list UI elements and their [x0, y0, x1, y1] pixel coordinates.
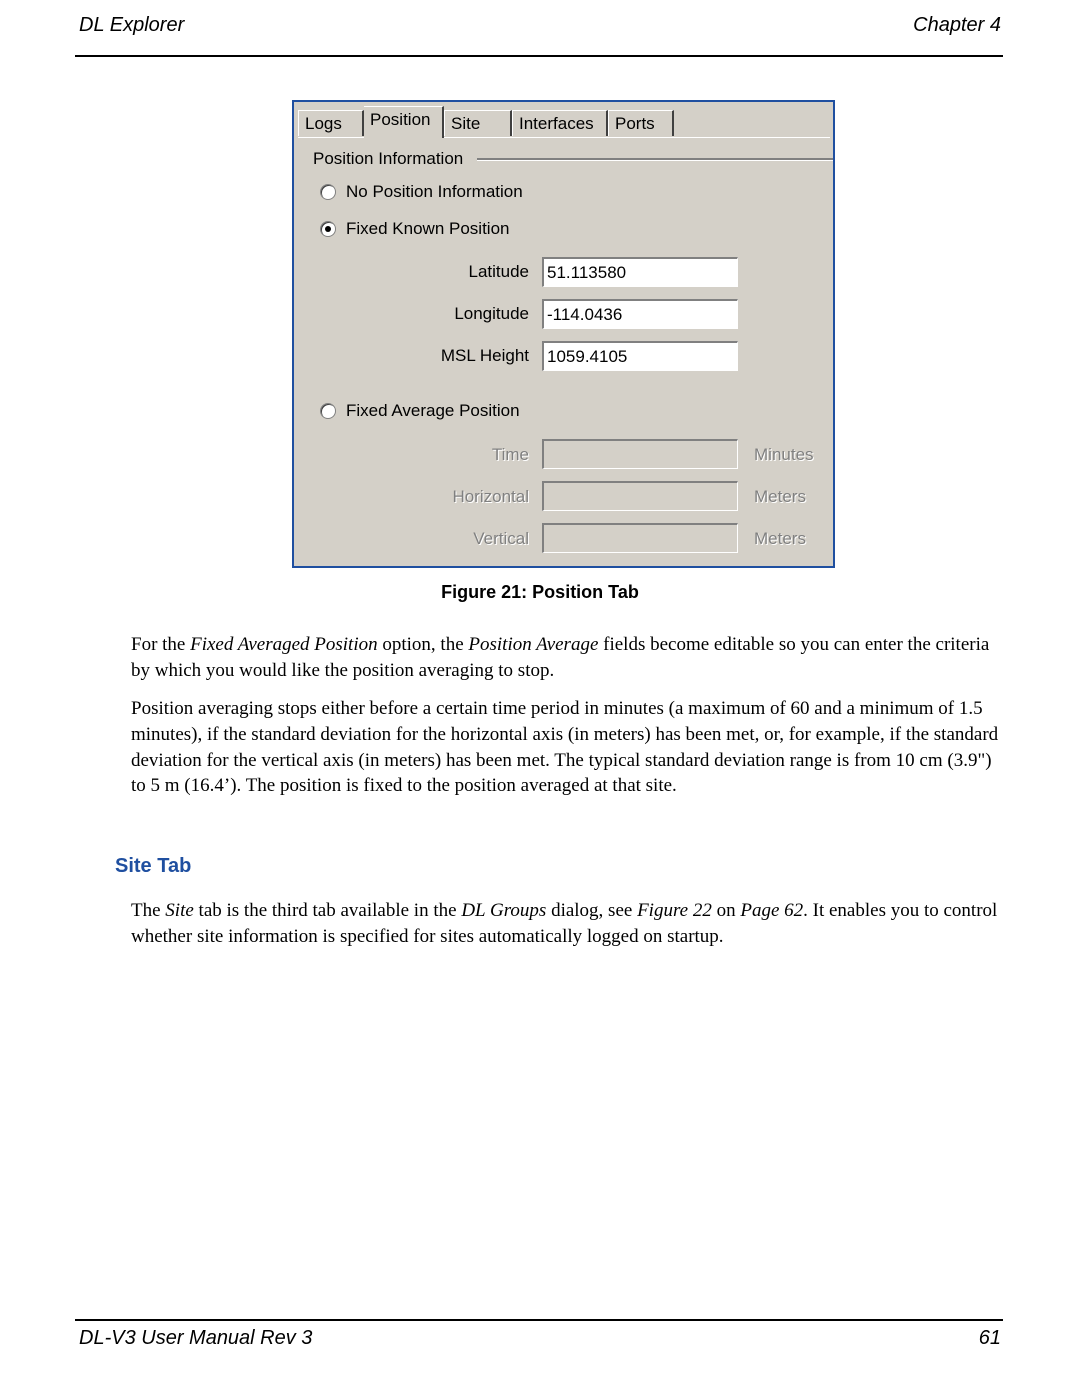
text: on — [711, 900, 741, 921]
page-reference-link[interactable]: Page 62 — [740, 900, 803, 921]
paragraph-averaging-stops: Position averaging stops either before a… — [131, 698, 999, 797]
tab-interfaces[interactable]: Interfaces — [512, 110, 608, 136]
horizontal-field — [542, 481, 738, 511]
page-number: 61 — [978, 1327, 1001, 1349]
time-unit: Minutes — [754, 445, 814, 464]
radio-fixed-average-position[interactable]: Fixed Average Position — [320, 401, 520, 421]
paragraph-site-tab: The Site tab is the third tab available … — [131, 898, 1011, 950]
radio-unchecked-icon[interactable] — [320, 184, 336, 200]
text: option, the — [377, 634, 469, 655]
footer-rule — [75, 1319, 1003, 1321]
emphasis: Fixed Averaged Position — [190, 634, 378, 655]
radio-checked-icon[interactable] — [320, 221, 336, 237]
text: tab is the third tab available in the — [193, 900, 462, 921]
tab-logs[interactable]: Logs — [298, 110, 364, 136]
radio-label: Fixed Known Position — [346, 219, 510, 238]
emphasis: DL Groups — [461, 900, 547, 921]
radio-label: Fixed Average Position — [346, 401, 520, 420]
position-tab-screenshot: Logs Position Site Interfaces Ports Posi… — [292, 100, 835, 568]
vertical-unit: Meters — [754, 529, 806, 548]
longitude-label: Longitude — [454, 304, 529, 323]
paragraph-fixed-averaged: For the Fixed Averaged Position option, … — [131, 632, 1011, 684]
msl-height-field[interactable] — [542, 341, 738, 371]
running-footer-title: DL-V3 User Manual Rev 3 — [79, 1327, 313, 1349]
emphasis: Site — [165, 900, 194, 921]
time-field — [542, 439, 738, 469]
vertical-field — [542, 523, 738, 553]
vertical-label: Vertical — [473, 529, 529, 548]
group-label-position-information: Position Information — [313, 149, 464, 168]
text: For the — [131, 634, 191, 655]
tab-site[interactable]: Site — [444, 110, 512, 136]
figure-reference-link[interactable]: Figure 22 — [637, 900, 712, 921]
text: dialog, see — [546, 900, 638, 921]
group-separator — [477, 158, 833, 161]
tab-position[interactable]: Position — [364, 106, 444, 138]
radio-unchecked-icon[interactable] — [320, 403, 336, 419]
msl-height-label: MSL Height — [440, 346, 529, 365]
horizontal-label: Horizontal — [452, 487, 529, 506]
running-header-title: DL Explorer — [79, 14, 185, 36]
radio-fixed-known-position[interactable]: Fixed Known Position — [320, 219, 509, 239]
tab-bar: Logs Position Site Interfaces Ports — [298, 106, 830, 138]
longitude-field[interactable] — [542, 299, 738, 329]
time-label: Time — [491, 445, 529, 464]
radio-no-position-information[interactable]: No Position Information — [320, 182, 523, 202]
figure-caption: Figure 21: Position Tab — [441, 582, 639, 602]
emphasis: Position Average — [468, 634, 599, 655]
latitude-label: Latitude — [468, 262, 530, 281]
radio-label: No Position Information — [346, 182, 523, 201]
latitude-field[interactable] — [542, 257, 738, 287]
text: The — [131, 900, 166, 921]
tab-ports[interactable]: Ports — [608, 110, 674, 136]
horizontal-unit: Meters — [754, 487, 806, 506]
section-heading-site-tab: Site Tab — [115, 855, 192, 877]
header-rule — [75, 55, 1003, 57]
running-header-chapter: Chapter 4 — [913, 14, 1001, 36]
